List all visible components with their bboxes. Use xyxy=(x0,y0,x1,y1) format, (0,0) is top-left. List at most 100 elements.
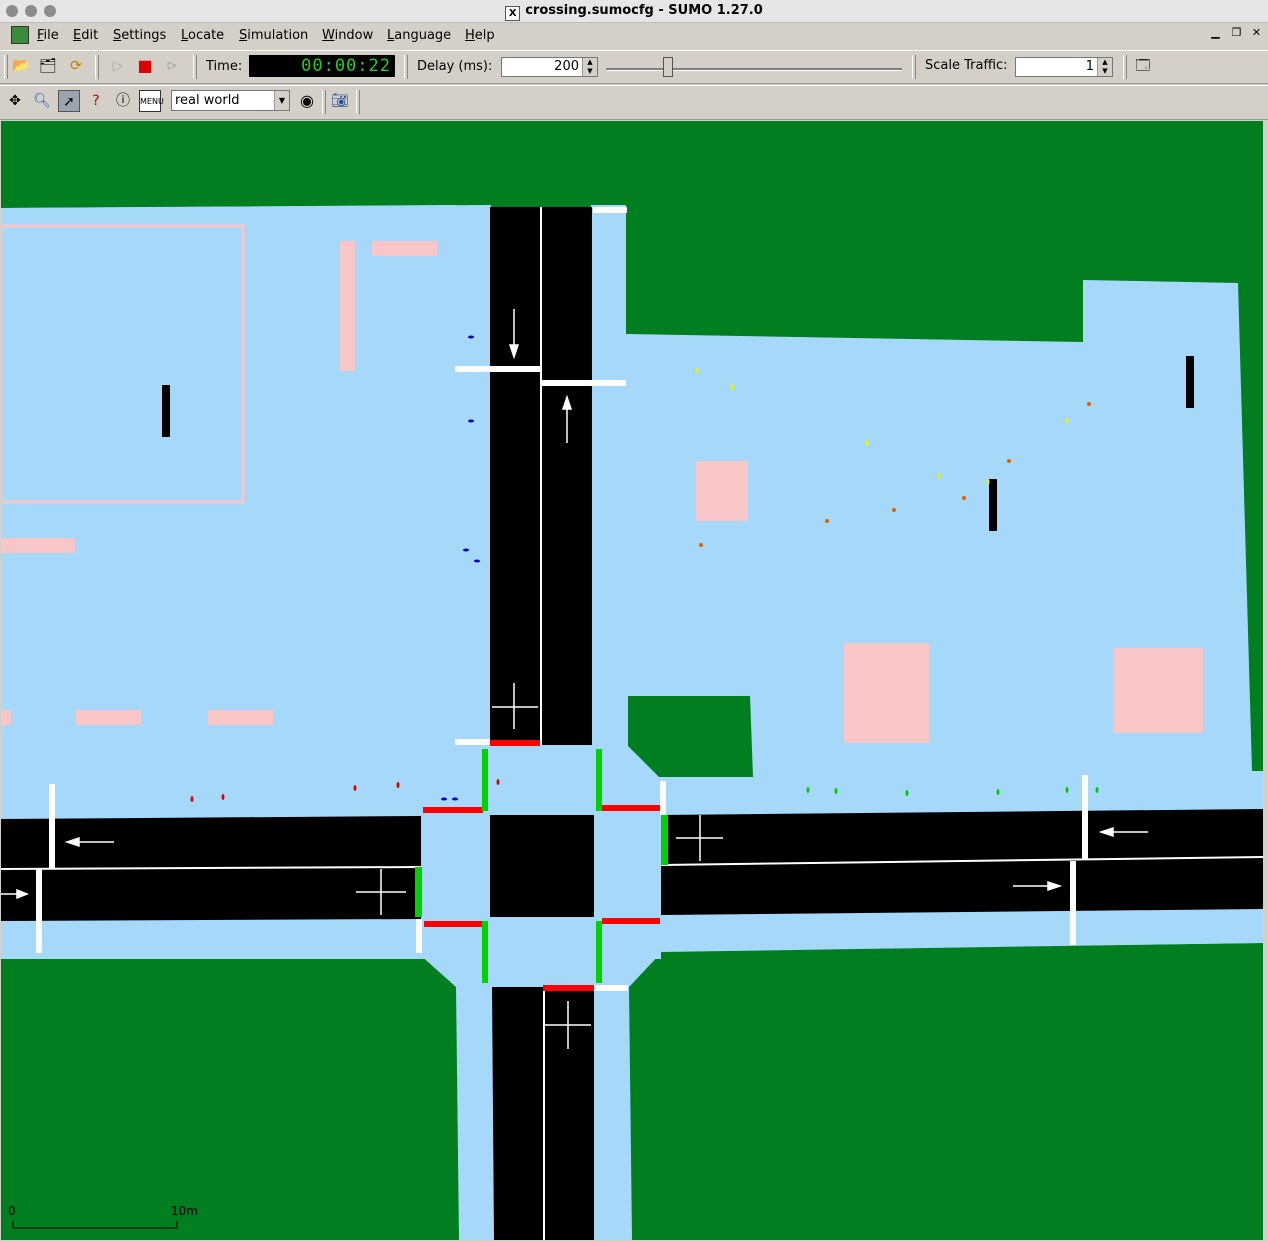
title-bar: Xcrossing.sumocfg - SUMO 1.27.0 xyxy=(0,0,1268,23)
toolbar-grip[interactable] xyxy=(193,55,197,79)
query-icon[interactable]: ? xyxy=(85,90,107,112)
person-orange xyxy=(1087,402,1091,406)
toolbar-grip[interactable] xyxy=(4,55,8,79)
breakpoints-icon[interactable]: ⓘ xyxy=(112,90,134,112)
simulation-toolbar: 📂 🗂 ⟳ ▷ ■ ⊳ Time: 00:00:22 Delay (ms): 2… xyxy=(0,50,1268,84)
spinner-arrows-icon[interactable]: ▲ ▼ xyxy=(582,58,597,76)
person-red xyxy=(190,796,194,802)
chevron-down-icon[interactable]: ▼ xyxy=(274,91,289,110)
delay-spinner[interactable]: 200 ▲ ▼ xyxy=(501,57,598,77)
menu-bar: File Edit Settings Locate Simulation Win… xyxy=(0,23,1268,49)
signal-green xyxy=(596,921,602,983)
person-yellow xyxy=(695,368,699,374)
menu-file[interactable]: File xyxy=(37,28,59,43)
stop-line xyxy=(660,781,666,815)
person-green xyxy=(806,787,810,793)
person-yellow xyxy=(937,473,941,479)
building xyxy=(1114,648,1203,733)
signal-green xyxy=(482,921,488,983)
close-icon[interactable]: ✕ xyxy=(1249,26,1264,40)
person-orange xyxy=(962,496,966,500)
person-blue xyxy=(441,797,447,801)
stop-icon[interactable]: ■ xyxy=(134,55,156,77)
person-orange xyxy=(699,543,703,547)
menu-settings[interactable]: Settings xyxy=(113,28,166,43)
color-scheme-select[interactable]: real world ▼ xyxy=(171,90,290,111)
person-yellow xyxy=(865,440,869,446)
toolbar-grip[interactable] xyxy=(1123,55,1127,79)
building xyxy=(1,538,75,553)
new-view-icon[interactable]: 🗔 xyxy=(1132,55,1154,77)
sidewalk-west-strip xyxy=(1,915,421,957)
simulation-canvas[interactable]: 0 10m xyxy=(1,121,1263,1240)
signal-red xyxy=(602,805,660,811)
menu-language[interactable]: Language xyxy=(387,28,451,43)
stop-line xyxy=(541,380,626,386)
restore-icon[interactable]: ❐ xyxy=(1229,26,1244,40)
stop-line xyxy=(49,784,55,868)
menu-locate[interactable]: Locate xyxy=(181,28,224,43)
person-green xyxy=(1065,787,1069,793)
spinner-arrows-icon[interactable]: ▲ ▼ xyxy=(1097,58,1112,76)
pole xyxy=(989,479,997,531)
menu-help[interactable]: Help xyxy=(465,28,495,43)
building xyxy=(372,241,437,256)
stop-line xyxy=(594,985,628,991)
toolbar-grip[interactable] xyxy=(95,55,99,79)
menu-edit[interactable]: Edit xyxy=(73,28,98,43)
toolbar-grip[interactable] xyxy=(404,55,408,79)
reload-icon[interactable]: ⟳ xyxy=(65,55,87,77)
person-green xyxy=(1095,787,1099,793)
scale-traffic-label: Scale Traffic: xyxy=(925,58,1008,73)
stop-line xyxy=(455,739,490,745)
person-red xyxy=(221,794,225,800)
stop-line xyxy=(455,366,541,372)
signal-green xyxy=(661,815,668,865)
color-scheme-value: real world xyxy=(175,93,240,108)
x11-icon: X xyxy=(505,6,521,21)
open-network-icon[interactable]: 🗂 xyxy=(37,55,59,77)
time-label: Time: xyxy=(206,59,243,74)
pole xyxy=(1186,356,1194,408)
camera-icon[interactable]: 📷︎ xyxy=(329,90,351,112)
scale-traffic-spinner[interactable]: 1 ▲ ▼ xyxy=(1015,57,1113,77)
menu-icon[interactable]: MENU xyxy=(139,90,164,112)
minimize-icon[interactable]: ▁ xyxy=(1208,26,1223,40)
select-pointer-icon[interactable]: ➚ xyxy=(58,90,80,112)
step-icon[interactable]: ⊳ xyxy=(161,55,183,77)
play-icon[interactable]: ▷ xyxy=(107,55,129,77)
person-yellow xyxy=(1065,418,1069,424)
magnifier-icon[interactable]: 🔍︎ xyxy=(31,90,53,112)
toolbar-grip[interactable] xyxy=(356,90,360,114)
person-red xyxy=(496,779,500,785)
signal-red xyxy=(424,921,482,927)
delay-slider-track[interactable] xyxy=(606,68,902,71)
scale-bar-end: 10m xyxy=(171,1204,198,1218)
building xyxy=(844,643,929,743)
network-drawing xyxy=(1,205,1263,1240)
building xyxy=(76,710,141,725)
scale-traffic-value: 1 xyxy=(1085,59,1094,74)
delay-value: 200 xyxy=(554,59,579,74)
delay-slider-handle[interactable] xyxy=(663,57,673,77)
toolbar-grip[interactable] xyxy=(322,90,326,114)
window-title: crossing.sumocfg - SUMO 1.27.0 xyxy=(525,3,763,18)
color-wheel-icon[interactable]: ◉ xyxy=(296,90,318,112)
window-title-wrap: Xcrossing.sumocfg - SUMO 1.27.0 xyxy=(0,3,1268,21)
signal-red xyxy=(423,807,483,813)
folder-open-icon[interactable]: 📂 xyxy=(10,55,32,77)
building xyxy=(340,241,355,371)
building xyxy=(1,710,11,725)
intersection-core xyxy=(490,815,594,917)
person-red xyxy=(396,782,400,788)
person-blue xyxy=(474,559,480,563)
building xyxy=(696,461,748,521)
toolbar-grip[interactable] xyxy=(912,55,916,79)
recenter-icon[interactable]: ✥ xyxy=(4,90,26,112)
signal-red xyxy=(490,740,540,746)
stop-line xyxy=(593,207,627,213)
menu-simulation[interactable]: Simulation xyxy=(239,28,308,43)
view-toolbar: ✥ 🔍︎ ➚ ? ⓘ MENU real world ▼ ◉ 📷︎ xyxy=(0,85,1268,120)
menu-window[interactable]: Window xyxy=(322,28,373,43)
time-display: 00:00:22 xyxy=(249,55,395,77)
